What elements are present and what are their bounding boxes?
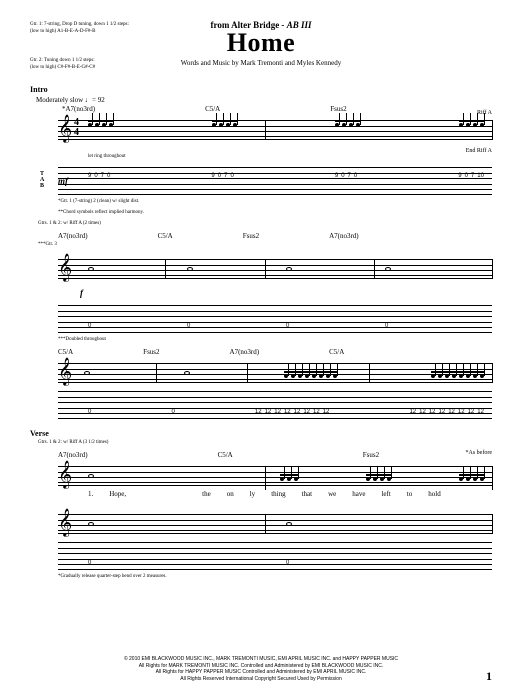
chord: Fsus2 xyxy=(143,348,159,356)
tempo-marking: Moderately slow ♩= 92 xyxy=(36,96,492,104)
tuning-gtr2-line2: (low to high) C#-F#-B-E-G#-C# xyxy=(30,65,95,72)
copyright-line: All Rights Reserved International Copyri… xyxy=(30,676,492,683)
lyric-word: Hope, xyxy=(109,490,126,498)
tab-numbers-1: 9070 9070 9070 90710 xyxy=(88,173,484,179)
lyric-word: the xyxy=(202,490,211,498)
chord: A7(no3rd) xyxy=(230,348,260,356)
chord-row-4: A7(no3rd) C5/A Fsus2 xyxy=(58,451,492,459)
chord: A7(no3rd) xyxy=(58,232,88,240)
chord-c5a: C5/A xyxy=(205,105,220,113)
as-before-label: *As before xyxy=(466,450,493,456)
time-signature: 44 xyxy=(74,118,79,138)
lyric-word: we xyxy=(328,490,336,498)
let-ring-note: let ring throughout xyxy=(88,154,492,159)
tuning-gtr1-line2: (low to high) A1-B-E-A-D-F#-B xyxy=(30,29,129,36)
whole-note xyxy=(88,267,94,271)
tab-staff-3: 0 0 1212121212121212 1212121212121212 xyxy=(38,389,492,421)
chord: C5/A xyxy=(218,451,233,459)
tab-staff-1: TAB 9070 9070 9070 90710 xyxy=(38,165,492,197)
tuning-gtr1: Gtr. 1: 7-string, Drop D tuning, down 1 … xyxy=(30,22,129,35)
notes-row-1 xyxy=(88,120,484,127)
chord-row-3: C5/A Fsus2 A7(no3rd) C5/A xyxy=(58,348,492,356)
gtr1-note: *Gtr. 1 (7-string) 2 (clean) w/ slight d… xyxy=(58,199,492,204)
chord-sym-note: **Chord symbols reflect implied harmony. xyxy=(58,210,492,215)
chord: Fsus2 xyxy=(243,232,259,240)
notation-staff-3: 𝄞 xyxy=(38,357,492,387)
lyric-word: ly xyxy=(250,490,255,498)
lyric-row: 1. Hope, the on ly thing that we have le… xyxy=(88,490,482,498)
treble-clef-icon: 𝄞 xyxy=(58,114,72,144)
chord-fsus2: Fsus2 xyxy=(330,105,346,113)
section-intro: Intro xyxy=(30,85,492,94)
song-credits: Words and Music by Mark Tremonti and Myl… xyxy=(30,59,492,67)
treble-clef-icon: 𝄞 xyxy=(58,253,72,283)
treble-clef-icon: 𝄞 xyxy=(58,460,72,490)
tab-staff-2: 0 0 0 0 xyxy=(38,303,492,335)
chord-a7: *A7(no3rd) xyxy=(62,105,95,113)
chord: C5/A xyxy=(158,232,173,240)
quarter-bend-note: *Gradually release quarter-step bend ove… xyxy=(58,574,492,579)
end-riff-a-label: End Riff A xyxy=(466,148,492,154)
lyric-word: left xyxy=(381,490,390,498)
lyric-word: to xyxy=(407,490,412,498)
verse-number: 1. xyxy=(88,490,93,498)
copyright-block: © 2010 EMI BLACKWOOD MUSIC INC., MARK TR… xyxy=(30,656,492,682)
lyric-word: have xyxy=(352,490,365,498)
tuning-gtr2: Gtr. 2: Tuning down 1 1/2 steps: (low to… xyxy=(30,58,95,71)
system-4: Verse Gtrs. 1 & 2: w/ Riff A (3 1/2 time… xyxy=(30,429,492,579)
lyric-word: on xyxy=(227,490,234,498)
lyric-word: thing xyxy=(271,490,285,498)
chord: A7(no3rd) xyxy=(329,232,359,240)
notation-staff-4b: 𝄞 xyxy=(38,508,492,538)
notation-staff-4: 𝄞 1. Hope, the on ly thing that we have … xyxy=(38,460,492,494)
tuning-gtr2-line1: Gtr. 2: Tuning down 1 1/2 steps: xyxy=(30,58,95,65)
lyric-word: that xyxy=(302,490,313,498)
notation-staff-1: 𝄞 44 xyxy=(38,114,492,144)
tab-label: TAB xyxy=(40,171,45,189)
system-1: Intro Moderately slow ♩= 92 *A7(no3rd) C… xyxy=(30,85,492,215)
tab-lines xyxy=(58,167,492,195)
treble-clef-icon: 𝄞 xyxy=(58,357,72,387)
tuning-gtr1-line1: Gtr. 1: 7-string, Drop D tuning, down 1 … xyxy=(30,22,129,29)
chord-row-2: A7(no3rd) C5/A Fsus2 A7(no3rd) xyxy=(58,232,492,240)
section-verse: Verse xyxy=(30,429,492,438)
chord: A7(no3rd) xyxy=(58,451,88,459)
gtr12-riff-3x: Gtrs. 1 & 2: w/ Riff A (3 1/2 times) xyxy=(38,440,492,445)
gtr3-label: ***Gtr. 3 xyxy=(38,242,492,247)
chord: C5/A xyxy=(329,348,344,356)
system-2: Gtrs. 1 & 2: w/ Riff A (2 times) A7(no3r… xyxy=(30,221,492,342)
chord: Fsus2 xyxy=(363,451,379,459)
chord: C5/A xyxy=(58,348,73,356)
chord-row-1: *A7(no3rd) C5/A Fsus2 xyxy=(62,105,492,113)
treble-clef-icon: 𝄞 xyxy=(58,508,72,538)
system-3: C5/A Fsus2 A7(no3rd) C5/A 𝄞 0 0 12121212… xyxy=(30,348,492,421)
page-number: 1 xyxy=(486,669,492,684)
tab-staff-4: 0 0 xyxy=(38,540,492,572)
gtr12-riff-2x: Gtrs. 1 & 2: w/ Riff A (2 times) xyxy=(38,221,492,226)
doubled-note: ***Doubled throughout xyxy=(58,337,492,342)
lyric-word: hold xyxy=(428,490,440,498)
dynamic-f: f xyxy=(80,288,83,298)
notation-staff-2: 𝄞 xyxy=(38,253,492,283)
